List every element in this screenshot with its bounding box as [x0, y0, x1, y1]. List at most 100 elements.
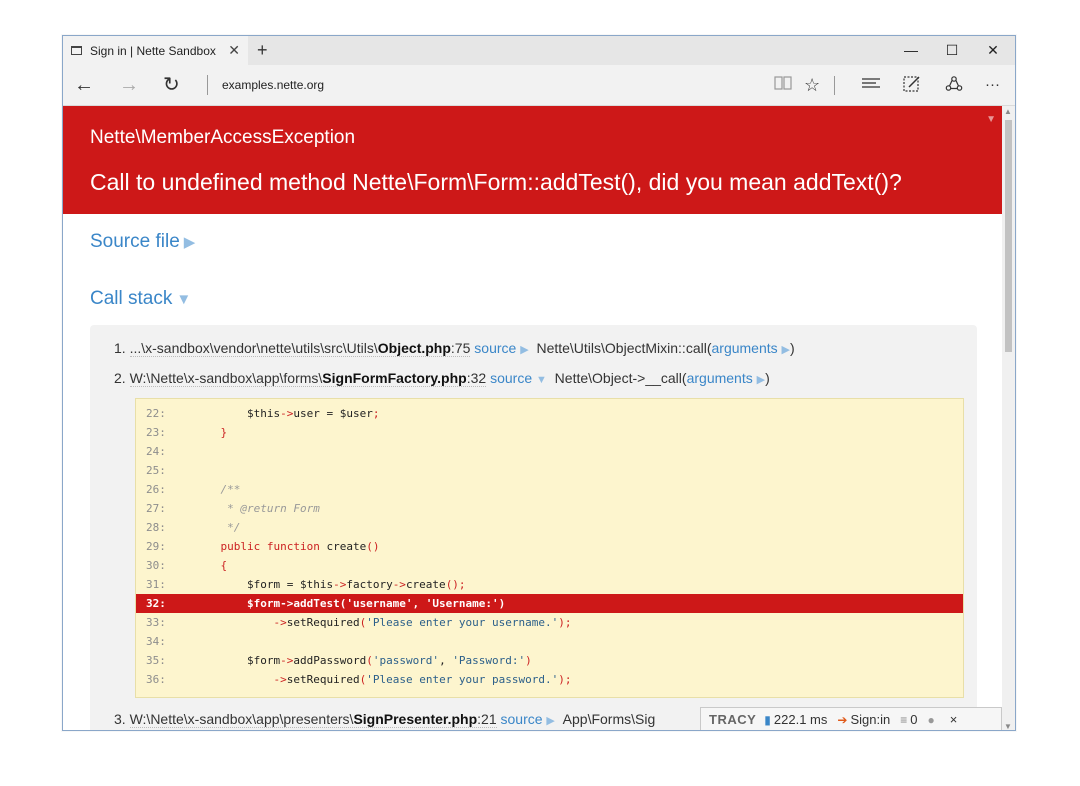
- frame-call: App\Forms\Sig: [562, 711, 656, 727]
- collapse-arrow-icon: ▼: [536, 374, 547, 386]
- expand-arrow-icon: ▶: [183, 234, 196, 251]
- tracy-database-panel[interactable]: ≡ 0: [900, 712, 917, 727]
- arguments-toggle[interactable]: arguments ▶: [687, 370, 766, 386]
- browser-tab[interactable]: Sign in | Nette Sandbox ✕: [63, 36, 248, 65]
- frame-line: :75: [450, 340, 471, 356]
- more-menu-icon[interactable]: ···: [985, 75, 1000, 95]
- exception-message: Call to undefined method Nette\Form\Form…: [90, 169, 902, 195]
- hub-icon[interactable]: [861, 75, 881, 95]
- frame-file: SignPresenter.php: [353, 711, 478, 727]
- frame-call: Nette\Object->__call(: [554, 370, 687, 386]
- code-text: $this->user = $user;: [194, 407, 380, 420]
- tracy-user-panel[interactable]: ●: [927, 713, 937, 727]
- refresh-button[interactable]: ↻: [163, 74, 180, 96]
- web-note-icon[interactable]: [903, 75, 921, 97]
- code-text: ->setRequired('Please enter your usernam…: [273, 616, 572, 629]
- call-stack-label: Call stack: [90, 288, 173, 309]
- collapse-arrow-icon: ▼: [176, 291, 192, 308]
- collapse-arrow-icon[interactable]: ▼: [986, 114, 996, 125]
- code-line: 26: /**: [136, 480, 963, 499]
- line-number: 22:: [146, 407, 166, 420]
- source-file-label: Source file: [90, 231, 180, 252]
- code-line: 28: */: [136, 518, 963, 537]
- code-text: /**: [194, 483, 241, 496]
- vertical-scrollbar[interactable]: ▲ ▼: [1002, 106, 1015, 730]
- code-line: 30: {: [136, 556, 963, 575]
- address-bar: ← → ↻ examples.nette.org ☆ ···: [63, 65, 1015, 106]
- stack-frame: 1. ...\x-sandbox\vendor\nette\utils\src\…: [114, 340, 795, 357]
- line-number: 31:: [146, 578, 166, 591]
- frame-path[interactable]: W:\Nette\x-sandbox\app\forms\SignFormFac…: [129, 370, 487, 387]
- scroll-thumb[interactable]: [1005, 120, 1012, 352]
- stack-frame: 2. W:\Nette\x-sandbox\app\forms\SignForm…: [114, 370, 770, 387]
- source-toggle[interactable]: source ▼: [490, 370, 547, 386]
- database-icon: ≡: [900, 712, 908, 727]
- source-label: source: [474, 340, 517, 356]
- line-number: 34:: [146, 635, 166, 648]
- page-icon: [71, 46, 82, 55]
- code-line: 25:: [136, 461, 963, 480]
- reading-view-icon[interactable]: [774, 75, 792, 95]
- tracy-logo[interactable]: TRACY: [709, 712, 756, 727]
- maximize-button[interactable]: ☐: [942, 40, 962, 60]
- forward-button[interactable]: →: [119, 74, 139, 96]
- code-text: ->setRequired('Please enter your passwor…: [273, 673, 572, 686]
- call-stack-toggle[interactable]: Call stack ▼: [90, 288, 191, 310]
- tracy-time-panel[interactable]: ▮ 222.1 ms: [764, 712, 827, 727]
- expand-arrow-icon: ▶: [520, 344, 529, 356]
- code-line: 27: * @return Form: [136, 499, 963, 518]
- code-line: 35: $form->addPassword('password', 'Pass…: [136, 651, 963, 670]
- code-text: */: [194, 521, 241, 534]
- close-window-button[interactable]: ✕: [983, 40, 1003, 60]
- code-text: }: [220, 426, 228, 439]
- source-toggle[interactable]: source ▶: [474, 340, 528, 356]
- line-number: 25:: [146, 464, 166, 477]
- minimize-button[interactable]: —: [901, 40, 921, 60]
- code-line: 31: $form = $this->factory->create();: [136, 575, 963, 594]
- code-text: public function create(): [220, 540, 380, 553]
- tracy-close-button[interactable]: ×: [950, 712, 958, 727]
- line-number: 24:: [146, 445, 166, 458]
- scroll-down-icon[interactable]: ▼: [1004, 722, 1012, 730]
- expand-arrow-icon: ▶: [781, 344, 791, 356]
- frame-path-prefix: W:\Nette\x-sandbox\app\forms\: [129, 370, 323, 386]
- frame-call-end: ): [765, 370, 770, 386]
- highlighted-code-line: 32: $form->addTest('username', 'Username…: [136, 594, 963, 613]
- tracy-routing-panel[interactable]: ➔ Sign:in: [837, 712, 890, 727]
- scroll-up-icon[interactable]: ▲: [1004, 107, 1012, 116]
- routing-icon: ➔: [837, 712, 848, 727]
- bar-chart-icon: ▮: [764, 712, 771, 727]
- frame-line: :21: [477, 711, 497, 727]
- line-number: 23:: [146, 426, 166, 439]
- tab-bar: Sign in | Nette Sandbox ✕ + — ☐ ✕: [63, 36, 1015, 65]
- frame-index: 3.: [114, 711, 126, 727]
- code-text: $form = $this->factory->create();: [194, 578, 466, 591]
- source-toggle[interactable]: source ▶: [501, 711, 555, 727]
- expand-arrow-icon: ▶: [756, 374, 766, 386]
- back-button[interactable]: ←: [74, 74, 94, 96]
- new-tab-button[interactable]: +: [257, 40, 268, 60]
- favorite-star-icon[interactable]: ☆: [804, 75, 820, 95]
- code-text: {: [220, 559, 228, 572]
- url-separator: [207, 75, 208, 95]
- code-line: 23: }: [136, 423, 963, 442]
- share-icon[interactable]: [945, 75, 963, 97]
- frame-call-end: ): [790, 340, 795, 356]
- frame-path[interactable]: ...\x-sandbox\vendor\nette\utils\src\Uti…: [129, 340, 471, 357]
- line-number: 27:: [146, 502, 166, 515]
- url-field[interactable]: examples.nette.org: [222, 78, 324, 92]
- code-line: 36: ->setRequired('Please enter your pas…: [136, 670, 963, 689]
- tracy-time: 222.1 ms: [773, 712, 828, 727]
- frame-path-prefix: W:\Nette\x-sandbox\app\presenters\: [129, 711, 354, 727]
- code-line: 34:: [136, 632, 963, 651]
- frame-path[interactable]: W:\Nette\x-sandbox\app\presenters\SignPr…: [129, 711, 497, 728]
- tab-close-icon[interactable]: ✕: [228, 42, 240, 58]
- stack-frame: 3. W:\Nette\x-sandbox\app\presenters\Sig…: [114, 711, 656, 728]
- error-header: Nette\MemberAccessException Call to unde…: [63, 106, 1002, 214]
- arguments-toggle[interactable]: arguments ▶: [712, 340, 791, 356]
- source-file-toggle[interactable]: Source file ▶: [90, 231, 195, 253]
- page-content: Nette\MemberAccessException Call to unde…: [63, 106, 1002, 730]
- frame-line: :32: [466, 370, 487, 386]
- code-line: 24:: [136, 442, 963, 461]
- tracy-query-count: 0: [910, 712, 918, 727]
